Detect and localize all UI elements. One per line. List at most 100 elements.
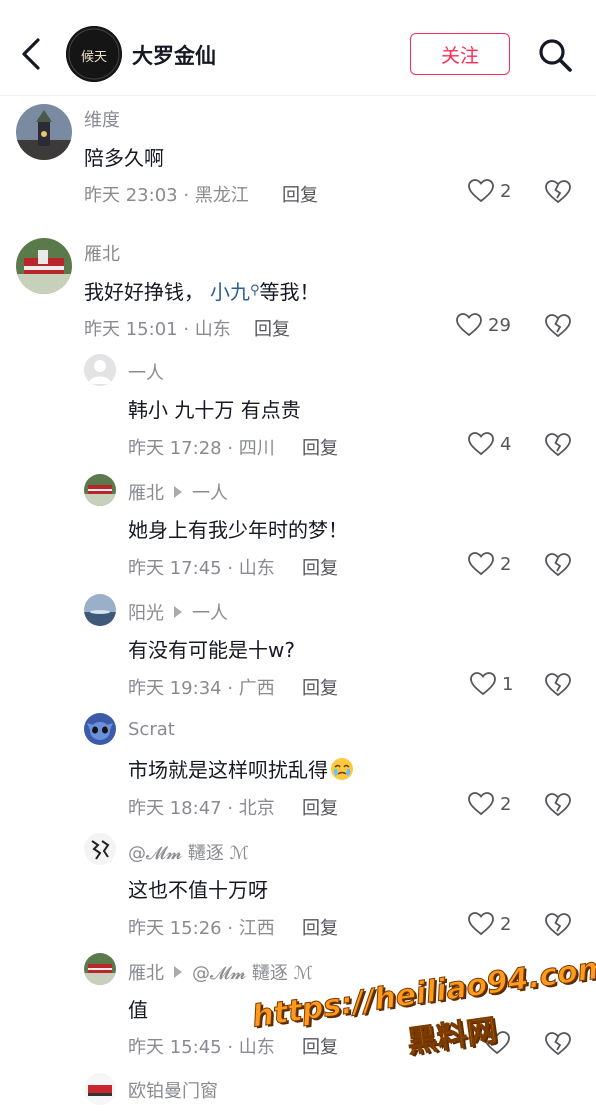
reply-author[interactable]: 雁北 [128, 959, 164, 985]
dislike-button[interactable] [545, 313, 571, 339]
like-button[interactable]: 2 [468, 552, 511, 576]
broken-heart-icon [545, 1032, 571, 1056]
reply-button[interactable]: 回复 [302, 1033, 338, 1059]
avatar[interactable] [84, 713, 116, 745]
broken-heart-icon [545, 553, 571, 577]
heart-icon [468, 179, 494, 203]
broken-heart-icon [545, 314, 571, 338]
avatar[interactable] [84, 354, 116, 386]
dislike-button[interactable] [545, 432, 571, 458]
like-button[interactable] [484, 1031, 510, 1055]
reply-username[interactable]: 阳光 一人 [128, 599, 228, 625]
broken-heart-icon [545, 180, 571, 204]
like-count: 2 [500, 180, 512, 202]
reply-meta: 昨天 19:34 · 广西 [128, 678, 275, 699]
profile-name[interactable]: 大罗金仙 [132, 40, 216, 70]
top-bar: 候天 大罗金仙 关注 [0, 0, 596, 96]
comment-text-before: 我好好挣钱， [84, 280, 204, 304]
like-count: 2 [500, 553, 512, 575]
reply-username[interactable]: Scrat [128, 719, 175, 740]
like-count: 4 [500, 433, 512, 455]
reply-text[interactable]: 韩小 九十万 有点贵 [128, 394, 301, 423]
reply-button[interactable]: 回复 [302, 914, 338, 940]
comment-meta: 昨天 23:03 · 黑龙江 [84, 185, 249, 206]
heart-icon [456, 313, 482, 337]
dislike-button[interactable] [545, 672, 571, 698]
reply-target[interactable]: 一人 [192, 479, 228, 505]
avatar[interactable] [84, 953, 116, 985]
crying-face-icon [331, 757, 353, 780]
reply-meta: 昨天 17:45 · 山东 [128, 558, 275, 579]
reply-button[interactable]: 回复 [302, 794, 338, 820]
reply-text[interactable]: 市场就是这样呗扰乱得 [128, 754, 354, 783]
heart-icon [468, 792, 494, 816]
follow-button[interactable]: 关注 [410, 33, 510, 75]
broken-heart-icon [545, 793, 571, 817]
reply-button[interactable]: 回复 [302, 434, 338, 460]
mention-link[interactable]: 小九 [210, 276, 250, 305]
profile-avatar[interactable]: 候天 [66, 26, 122, 82]
reply-button[interactable]: 回复 [302, 674, 338, 700]
reply-meta: 昨天 17:28 · 四川 [128, 438, 275, 459]
search-button[interactable] [536, 36, 574, 74]
reply-text[interactable]: 她身上有我少年时的梦！ [128, 514, 348, 543]
reply-meta: 昨天 18:47 · 北京 [128, 798, 275, 819]
like-button[interactable]: 2 [468, 792, 511, 816]
reply-button[interactable]: 回复 [282, 181, 318, 207]
reply-arrow-icon [174, 486, 182, 498]
comment-text[interactable]: 陪多久啊 [84, 142, 164, 171]
reply-target[interactable]: 一人 [192, 599, 228, 625]
back-arrow-icon [22, 38, 40, 70]
reply-username[interactable]: 一人 [128, 359, 164, 385]
reply-username[interactable]: 雁北 @𝓜𝓶 韆逐 ℳ [128, 959, 313, 985]
reply-meta: 昨天 15:45 · 山东 [128, 1037, 275, 1058]
dislike-button[interactable] [545, 1031, 571, 1057]
reply-author[interactable]: 雁北 [128, 479, 164, 505]
comment-text[interactable]: 我好好挣钱， 小九 ⚲ 等我！ [84, 276, 320, 305]
dislike-button[interactable] [545, 792, 571, 818]
avatar[interactable] [84, 833, 116, 865]
dislike-button[interactable] [545, 179, 571, 205]
reply-username[interactable]: 雁北 一人 [128, 479, 228, 505]
like-button[interactable]: 1 [470, 672, 513, 696]
comment-username[interactable]: 雁北 [84, 240, 120, 266]
reply-target[interactable]: @𝓜𝓶 韆逐 ℳ [192, 959, 313, 985]
like-button[interactable]: 29 [456, 313, 511, 337]
broken-heart-icon [545, 433, 571, 457]
reply-arrow-icon [174, 966, 182, 978]
search-icon [539, 39, 572, 72]
avatar[interactable] [84, 474, 116, 506]
search-mention-icon: ⚲ [250, 283, 260, 298]
heart-icon [468, 432, 494, 456]
broken-heart-icon [545, 913, 571, 937]
reply-button[interactable]: 回复 [302, 554, 338, 580]
reply-username[interactable]: 欧铂曼门窗 [128, 1077, 218, 1103]
reply-button[interactable]: 回复 [254, 315, 290, 341]
like-button[interactable]: 2 [468, 912, 511, 936]
avatar[interactable] [84, 1073, 116, 1105]
like-button[interactable]: 4 [468, 432, 511, 456]
heart-icon [470, 672, 496, 696]
avatar[interactable] [16, 104, 72, 160]
avatar[interactable] [16, 238, 72, 294]
comment-meta: 昨天 15:01 · 山东 [84, 319, 231, 340]
reply-arrow-icon [174, 606, 182, 618]
like-button[interactable]: 2 [468, 179, 511, 203]
reply-username[interactable]: @𝓜𝓶 韆逐 ℳ [128, 839, 249, 865]
avatar[interactable] [84, 594, 116, 626]
heart-icon [484, 1031, 510, 1055]
comment-username[interactable]: 维度 [84, 106, 120, 132]
reply-author[interactable]: 阳光 [128, 599, 164, 625]
back-button[interactable] [14, 34, 50, 74]
like-count: 29 [488, 314, 511, 336]
heart-icon [468, 552, 494, 576]
comment-text-after: 等我！ [259, 280, 320, 304]
like-count: 2 [500, 793, 512, 815]
reply-text[interactable]: 值 [128, 994, 148, 1023]
dislike-button[interactable] [545, 912, 571, 938]
dislike-button[interactable] [545, 552, 571, 578]
reply-text[interactable]: 有没有可能是十w? [128, 634, 295, 663]
heart-icon [468, 912, 494, 936]
reply-text[interactable]: 这也不值十万呀 [128, 874, 268, 903]
broken-heart-icon [545, 673, 571, 697]
